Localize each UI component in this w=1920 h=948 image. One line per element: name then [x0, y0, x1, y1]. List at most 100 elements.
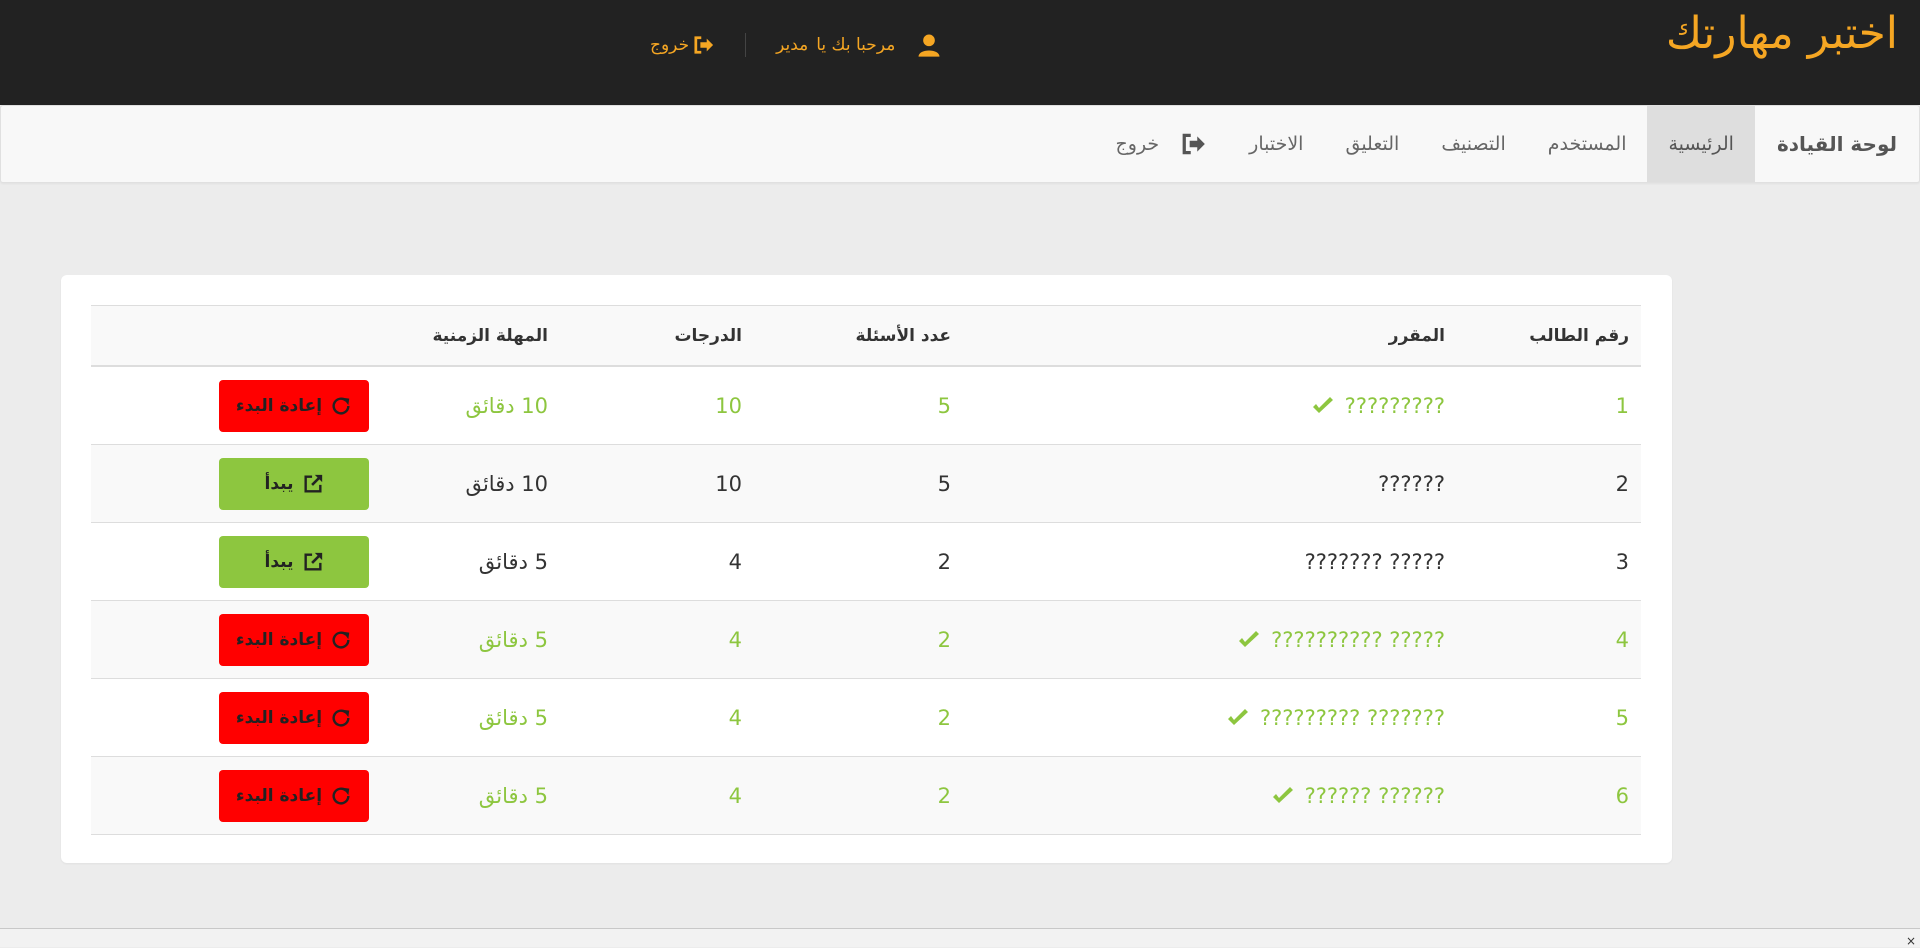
cell-marks: 10: [560, 444, 754, 523]
start-button[interactable]: يبدأ: [219, 535, 369, 588]
cell-time-limit: 5 دقائق: [411, 678, 560, 757]
nav-dashboard-brand[interactable]: لوحة القيادة: [1755, 106, 1919, 182]
cell-student-id: 1: [1457, 366, 1641, 445]
course-name: ??????: [1378, 471, 1445, 496]
results-panel: رقم الطالب المقرر عدد الأسئلة الدرجات ال…: [61, 275, 1672, 863]
exams-table: رقم الطالب المقرر عدد الأسئلة الدرجات ال…: [91, 305, 1641, 835]
nav-item-comments[interactable]: التعليق: [1324, 106, 1420, 182]
action-label: إعادة البدء: [235, 395, 323, 416]
top-header: اختبر مهارتك مرحبا بك يا مدير خروج: [0, 0, 1920, 105]
cell-marks: 4: [560, 600, 754, 679]
course-name: ?????? ??????: [1304, 783, 1445, 808]
table-row: 2?????? 5 10 10 دقائق يبدأ: [91, 444, 1641, 523]
restart-button[interactable]: إعادة البدء: [219, 769, 369, 822]
cell-action: إعادة البدء: [91, 600, 411, 679]
cell-time-limit: 10 دقائق: [411, 444, 560, 523]
table-row: 5 ??????? ????????? 2 4 5 دقائق إعادة البدء: [91, 678, 1641, 757]
col-marks: الدرجات: [560, 305, 754, 367]
cell-course: ??????: [963, 444, 1457, 523]
cell-student-id: 6: [1457, 756, 1641, 835]
cell-action: إعادة البدء: [91, 366, 411, 445]
nav-item-categories[interactable]: التصنيف: [1420, 106, 1526, 182]
cell-marks: 4: [560, 756, 754, 835]
external-link-icon: [303, 474, 322, 493]
restart-icon: [332, 787, 350, 805]
user-name: مدير: [776, 35, 809, 55]
cell-questions: 2: [754, 678, 963, 757]
check-icon: [1312, 396, 1333, 413]
cell-course: ??????? ?????????: [963, 678, 1457, 757]
course-name: ????? ??????????: [1271, 627, 1445, 652]
cell-time-limit: 5 دقائق: [411, 600, 560, 679]
cell-student-id: 3: [1457, 522, 1641, 601]
table-row: 3 ????? ??????? 2 4 5 دقائق يبدأ: [91, 522, 1641, 601]
course-name: ??????? ?????????: [1259, 705, 1445, 730]
restart-icon: [332, 397, 350, 415]
cell-marks: 4: [560, 678, 754, 757]
header-logout-label: خروج: [650, 35, 690, 55]
external-link-icon: [303, 552, 322, 571]
welcome-prefix: مرحبا بك يا: [816, 35, 896, 55]
cell-course: ?????? ??????: [963, 756, 1457, 835]
cell-time-limit: 5 دقائق: [411, 756, 560, 835]
nav-item-logout[interactable]: خروج: [1095, 106, 1229, 182]
logout-icon: [1182, 133, 1206, 155]
logout-icon: [694, 36, 714, 54]
cell-time-limit: 10 دقائق: [411, 366, 560, 445]
cell-action: إعادة البدء: [91, 678, 411, 757]
check-icon: [1227, 708, 1248, 725]
action-label: إعادة البدء: [235, 707, 323, 728]
table-row: 1????????? 5 10 10 دقائق إعادة البدء: [91, 366, 1641, 445]
cell-action: يبدأ: [91, 522, 411, 601]
restart-icon: [332, 631, 350, 649]
col-student-id: رقم الطالب: [1457, 305, 1641, 367]
nav-item-exams[interactable]: الاختبار: [1228, 106, 1324, 182]
col-action: [91, 305, 411, 367]
cell-marks: 10: [560, 366, 754, 445]
col-course: المقرر: [963, 305, 1457, 367]
cell-marks: 4: [560, 522, 754, 601]
restart-icon: [332, 709, 350, 727]
user-area: مرحبا بك يا مدير خروج: [650, 30, 943, 60]
cell-questions: 2: [754, 600, 963, 679]
cell-course: ?????????: [963, 366, 1457, 445]
welcome-text: مرحبا بك يا مدير: [776, 35, 895, 55]
action-label: يبدأ: [264, 473, 294, 494]
bottom-bar: [0, 928, 1920, 947]
col-time-limit: المهلة الزمنية: [411, 305, 560, 367]
header-divider: [745, 33, 747, 57]
header-logout-link[interactable]: خروج: [650, 35, 715, 55]
cell-student-id: 4: [1457, 600, 1641, 679]
start-button[interactable]: يبدأ: [219, 457, 369, 510]
cell-time-limit: 5 دقائق: [411, 522, 560, 601]
action-label: يبدأ: [264, 551, 294, 572]
cell-questions: 2: [754, 522, 963, 601]
action-label: إعادة البدء: [235, 629, 323, 650]
app-brand[interactable]: اختبر مهارتك: [1666, 8, 1898, 60]
nav-item-users[interactable]: المستخدم: [1527, 106, 1648, 182]
nav-list: لوحة القيادة الرئيسية المستخدم التصنيف ا…: [1095, 106, 1920, 182]
course-name: ?????????: [1344, 393, 1445, 418]
check-icon: [1239, 630, 1260, 647]
cell-course: ????? ??????????: [963, 600, 1457, 679]
cell-questions: 5: [754, 444, 963, 523]
check-icon: [1272, 786, 1293, 803]
restart-button[interactable]: إعادة البدء: [219, 613, 369, 666]
col-questions: عدد الأسئلة: [754, 305, 963, 367]
nav-item-home[interactable]: الرئيسية: [1647, 106, 1755, 182]
restart-button[interactable]: إعادة البدء: [219, 691, 369, 744]
table-row: 4????? ?????????? 2 4 5 دقائق إعادة البدء: [91, 600, 1641, 679]
course-name: ????? ???????: [1304, 549, 1445, 574]
cell-action: يبدأ: [91, 444, 411, 523]
table-header-row: رقم الطالب المقرر عدد الأسئلة الدرجات ال…: [91, 305, 1641, 367]
table-row: 6 ?????? ?????? 2 4 5 دقائق إعادة البدء: [91, 756, 1641, 835]
cell-questions: 2: [754, 756, 963, 835]
cell-action: إعادة البدء: [91, 756, 411, 835]
cell-course: ????? ???????: [963, 522, 1457, 601]
nav-logout-label: خروج: [1115, 133, 1160, 155]
main-navbar: لوحة القيادة الرئيسية المستخدم التصنيف ا…: [0, 105, 1920, 183]
cell-questions: 5: [754, 366, 963, 445]
restart-button[interactable]: إعادة البدء: [219, 379, 369, 432]
cell-student-id: 2: [1457, 444, 1641, 523]
user-icon: [918, 34, 940, 57]
